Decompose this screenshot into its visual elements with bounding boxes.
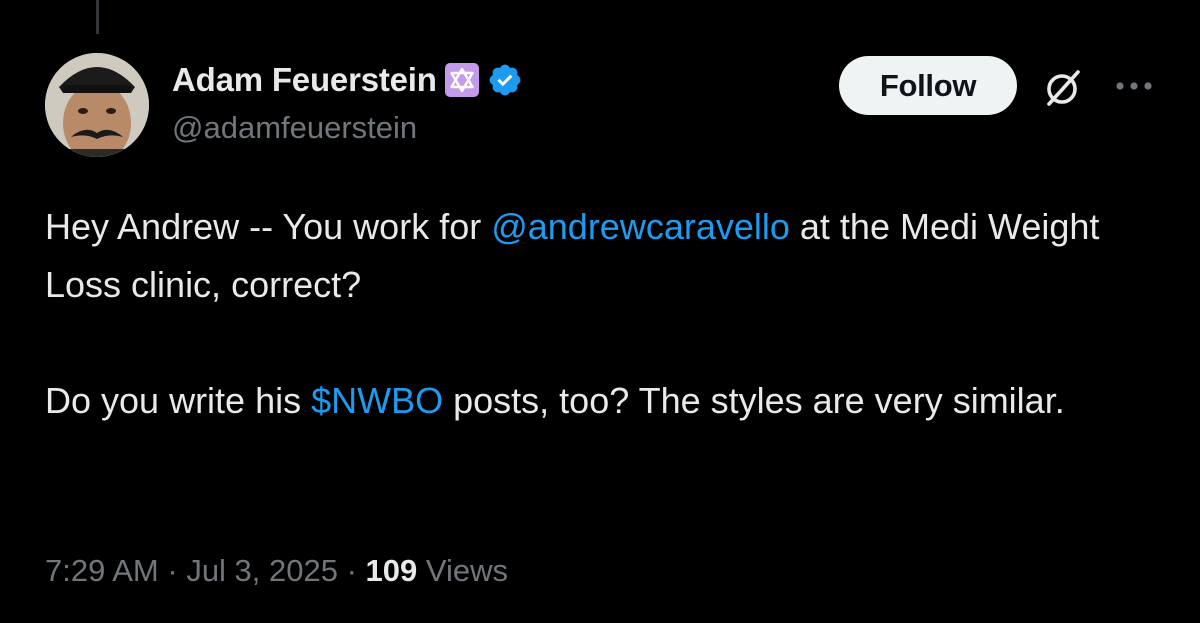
tweet-date[interactable]: Jul 3, 2025: [186, 553, 338, 588]
more-icon[interactable]: [1114, 80, 1154, 92]
avatar[interactable]: [45, 53, 149, 157]
tweet-time[interactable]: 7:29 AM: [45, 553, 159, 588]
grok-icon[interactable]: [1041, 66, 1085, 110]
thread-connector-line: [96, 0, 99, 34]
star-of-david-icon: [444, 63, 479, 97]
views-count: 109: [365, 553, 418, 588]
tweet-text: Hey Andrew -- You work for @andrewcarave…: [45, 198, 1165, 430]
display-name[interactable]: Adam Feuerstein: [172, 61, 437, 99]
views-label: Views: [417, 553, 509, 588]
author-handle[interactable]: @adamfeuerstein: [172, 110, 417, 146]
cashtag-link[interactable]: $NWBO: [311, 380, 443, 421]
follow-button[interactable]: Follow: [839, 56, 1017, 115]
tweet-paragraph-1: Hey Andrew -- You work for @andrewcarave…: [45, 206, 1100, 305]
tweet-meta: 7:29 AM · Jul 3, 2025 · 109 Views: [45, 553, 509, 588]
mention-link[interactable]: @andrewcaravello: [491, 206, 790, 247]
verified-badge-icon: [489, 64, 521, 96]
tweet-paragraph-2: Do you write his $NWBO posts, too? The s…: [45, 380, 1065, 421]
author-name-row: Adam Feuerstein: [172, 58, 523, 102]
